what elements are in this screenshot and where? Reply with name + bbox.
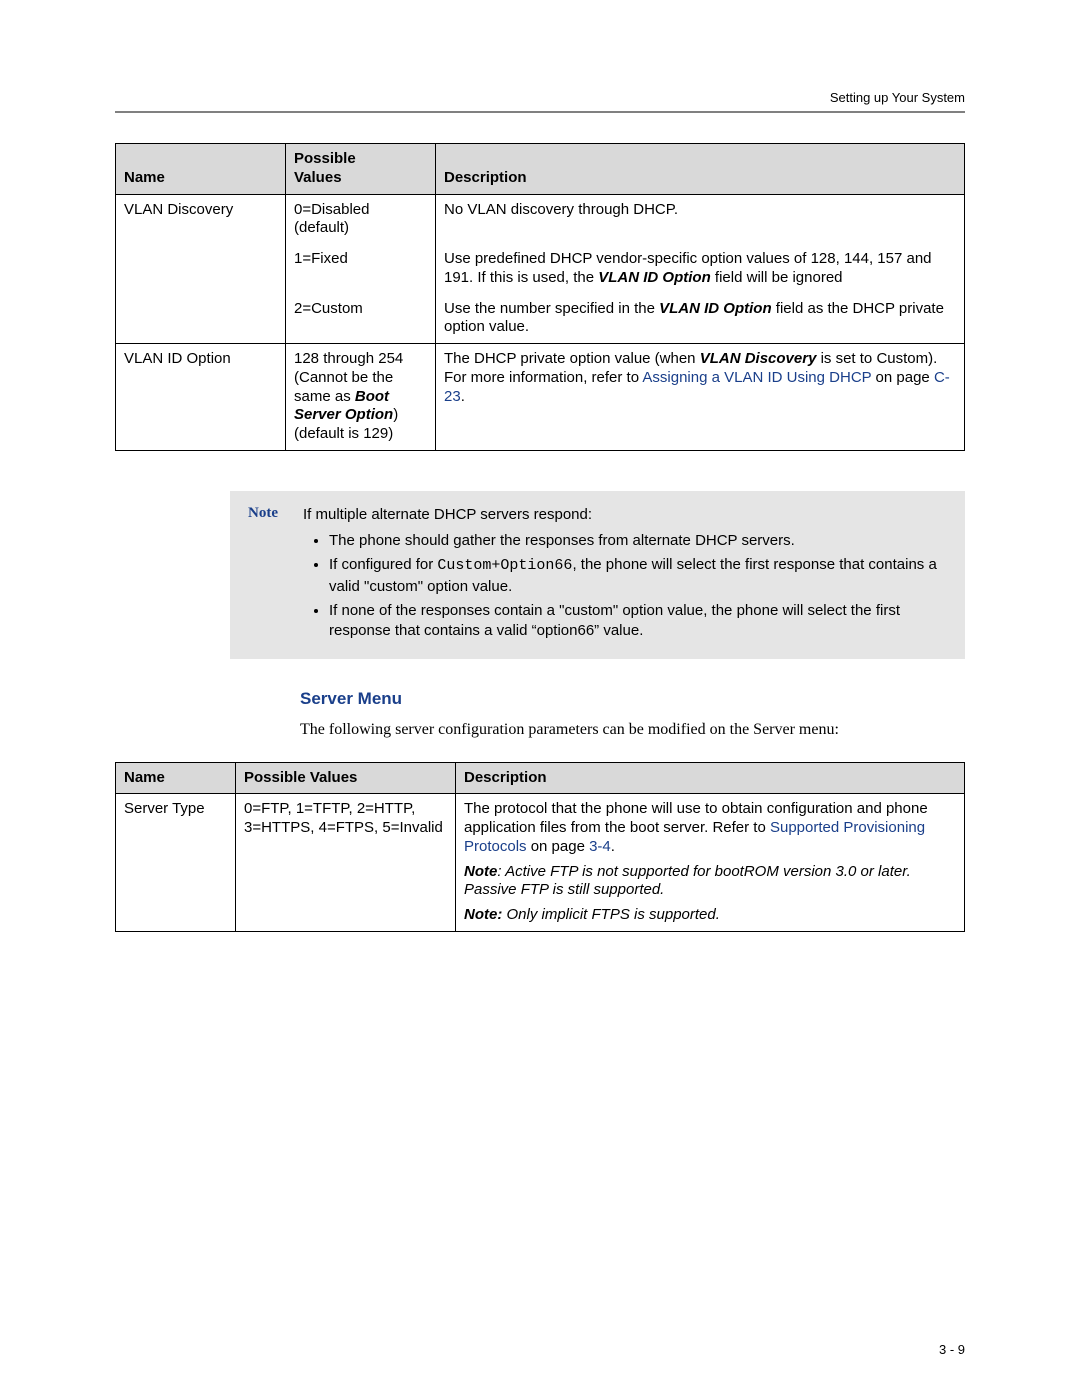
server-menu-intro: The following server configuration param… [300, 719, 965, 741]
note-bullet: If configured for Custom+Option66, the p… [329, 555, 947, 597]
cross-reference-link[interactable]: 3-4 [589, 838, 611, 855]
param-name: VLAN ID Option [116, 344, 286, 451]
cross-reference-link[interactable]: Assigning a VLAN ID Using DHCP [642, 369, 871, 386]
page-number: 3 - 9 [939, 1342, 965, 1357]
param-desc: The DHCP private option value (when VLAN… [436, 344, 965, 451]
note-bullet: The phone should gather the responses fr… [329, 531, 947, 551]
server-parameters-table: Name Possible Values Description Server … [115, 762, 965, 932]
param-value: 2=Custom [286, 294, 436, 344]
running-head: Setting up Your System [115, 90, 965, 105]
param-desc: No VLAN discovery through DHCP. [436, 194, 965, 244]
table-row: VLAN Discovery0=Disabled (default)No VLA… [116, 194, 965, 244]
param-name: VLAN Discovery [116, 194, 286, 344]
note-bullet: If none of the responses contain a "cust… [329, 601, 947, 642]
table-header-row: Name PossibleValues Description [116, 144, 965, 195]
param-name: Server Type [116, 794, 236, 932]
note-list: The phone should gather the responses fr… [303, 531, 947, 641]
param-desc: Use the number specified in the VLAN ID … [436, 294, 965, 344]
col-name: Name [116, 762, 236, 794]
param-desc: Use predefined DHCP vendor-specific opti… [436, 244, 965, 294]
server-menu-heading: Server Menu [300, 689, 965, 709]
table-header-row: Name Possible Values Description [116, 762, 965, 794]
note-block: Note If multiple alternate DHCP servers … [230, 491, 965, 660]
note-intro: If multiple alternate DHCP servers respo… [303, 505, 947, 525]
note-label: Note [248, 505, 303, 646]
note-body: If multiple alternate DHCP servers respo… [303, 505, 947, 646]
header-rule [115, 111, 965, 113]
col-desc: Description [456, 762, 965, 794]
param-value: 0=Disabled (default) [286, 194, 436, 244]
param-value: 0=FTP, 1=TFTP, 2=HTTP, 3=HTTPS, 4=FTPS, … [236, 794, 456, 932]
col-name: Name [116, 144, 286, 195]
vlan-parameters-table: Name PossibleValues Description VLAN Dis… [115, 143, 965, 451]
param-value: 128 through 254 (Cannot be the same as B… [286, 344, 436, 451]
col-desc: Description [436, 144, 965, 195]
document-page: Setting up Your System Name PossibleValu… [0, 0, 1080, 1397]
param-desc: The protocol that the phone will use to … [456, 794, 965, 932]
table-row: VLAN ID Option128 through 254 (Cannot be… [116, 344, 965, 451]
cross-reference-link[interactable]: Supported Provisioning Protocols [464, 819, 925, 855]
param-value: 1=Fixed [286, 244, 436, 294]
col-values: Possible Values [236, 762, 456, 794]
col-values: PossibleValues [286, 144, 436, 195]
table-row: Server Type0=FTP, 1=TFTP, 2=HTTP, 3=HTTP… [116, 794, 965, 932]
